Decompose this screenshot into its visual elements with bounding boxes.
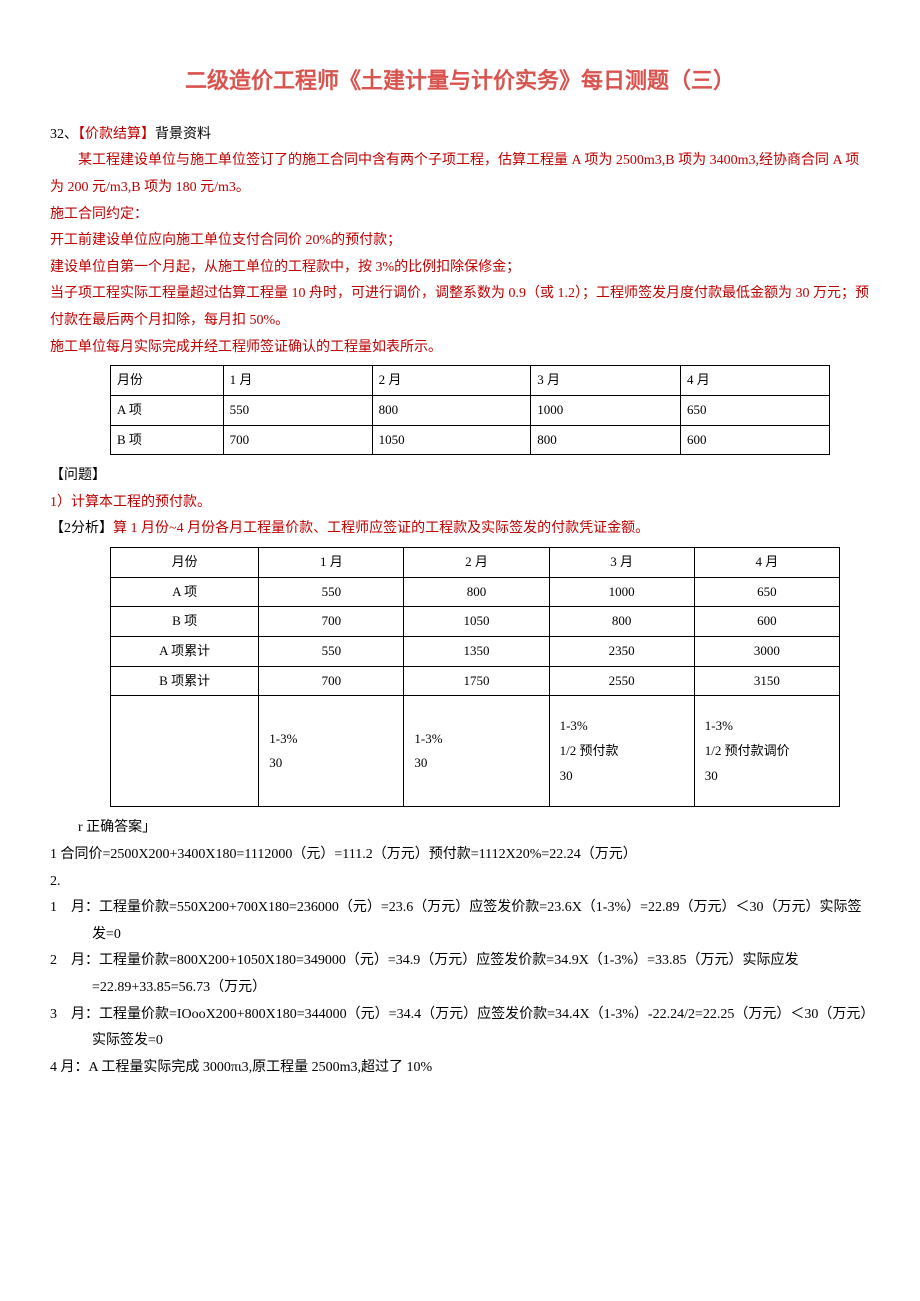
cell: B 项 xyxy=(111,425,224,455)
answer-month-3: 3 月：工程量价款=IOooX200+800X180=344000（元）=34.… xyxy=(50,1002,870,1055)
cell: 1-3%30 xyxy=(404,696,549,807)
background-p2: 施工合同约定： xyxy=(50,202,870,229)
cell: 1 月 xyxy=(223,366,372,396)
cell: 1-3%1/2 预付款调价30 xyxy=(694,696,839,807)
cell: 3000 xyxy=(694,637,839,667)
cell: 800 xyxy=(372,395,531,425)
table-row: B 项 700 1050 800 600 xyxy=(111,425,830,455)
cell: 550 xyxy=(259,577,404,607)
cell: 650 xyxy=(694,577,839,607)
cell: 2 月 xyxy=(404,547,549,577)
analysis-label: 【2分析】 xyxy=(50,521,113,536)
background-p1: 某工程建设单位与施工单位签订了的施工合同中含有两个子项工程，估算工程量 A 项为… xyxy=(50,148,870,201)
table-row: B 项 700 1050 800 600 xyxy=(111,607,840,637)
cell: 800 xyxy=(404,577,549,607)
cell: 2 月 xyxy=(372,366,531,396)
answer-month-2: 2 月：工程量价款=800X200+1050X180=349000（元）=34.… xyxy=(50,948,870,1001)
cell: B 项累计 xyxy=(111,666,259,696)
cell: 月份 xyxy=(111,547,259,577)
cell: A 项 xyxy=(111,577,259,607)
table-row: 1-3%30 1-3%30 1-3%1/2 预付款30 1-3%1/2 预付款调… xyxy=(111,696,840,807)
cell: A 项累计 xyxy=(111,637,259,667)
table-row: 月份 1 月 2 月 3 月 4 月 xyxy=(111,547,840,577)
cell: 700 xyxy=(259,666,404,696)
cell: 1000 xyxy=(549,577,694,607)
cell: 4 月 xyxy=(694,547,839,577)
cell: 1050 xyxy=(372,425,531,455)
cell: 1000 xyxy=(531,395,681,425)
cell: 1-3%30 xyxy=(259,696,404,807)
table-row: B 项累计 700 1750 2550 3150 xyxy=(111,666,840,696)
question-2: 【2分析】算 1 月份~4 月份各月工程量价款、工程师应签证的工程款及实际签发的… xyxy=(50,516,870,543)
table-row: 月份 1 月 2 月 3 月 4 月 xyxy=(111,366,830,396)
q32-tag: 【价款结算】 xyxy=(78,127,155,142)
cell: 600 xyxy=(680,425,829,455)
cell: 550 xyxy=(259,637,404,667)
cell: 550 xyxy=(223,395,372,425)
background-p6: 施工单位每月实际完成并经工程师签证确认的工程量如表所示。 xyxy=(50,335,870,362)
question-2-text: 算 1 月份~4 月份各月工程量价款、工程师应签证的工程款及实际签发的付款凭证金… xyxy=(113,521,649,536)
cell: 1-3%1/2 预付款30 xyxy=(549,696,694,807)
cell: A 项 xyxy=(111,395,224,425)
cell: 650 xyxy=(680,395,829,425)
q32-prefix: 32、 xyxy=(50,127,78,142)
cell: 1750 xyxy=(404,666,549,696)
background-p3: 开工前建设单位应向施工单位支付合同价 20%的预付款； xyxy=(50,228,870,255)
cell: 3 月 xyxy=(549,547,694,577)
cell: B 项 xyxy=(111,607,259,637)
cell: 3 月 xyxy=(531,366,681,396)
cell: 1050 xyxy=(404,607,549,637)
page-title: 二级造价工程师《土建计量与计价实务》每日测题（三） xyxy=(50,60,870,102)
cell: 700 xyxy=(223,425,372,455)
answer-1: 1 合同价=2500X200+3400X180=1112000（元）=111.2… xyxy=(50,842,870,869)
background-p4: 建设单位自第一个月起，从施工单位的工程款中，按 3%的比例扣除保修金； xyxy=(50,255,870,282)
q32-suffix: 背景资料 xyxy=(155,127,211,142)
cell xyxy=(111,696,259,807)
cell: 1350 xyxy=(404,637,549,667)
table-analysis: 月份 1 月 2 月 3 月 4 月 A 项 550 800 1000 650 … xyxy=(110,547,840,807)
answer-2: 2. xyxy=(50,869,870,896)
question-label: 32、【价款结算】背景资料 xyxy=(50,122,870,149)
cell: 600 xyxy=(694,607,839,637)
cell: 800 xyxy=(549,607,694,637)
cell: 4 月 xyxy=(680,366,829,396)
answer-month-4: 4 月：A 工程量实际完成 3000πι3,原工程量 2500m3,超过了 10… xyxy=(50,1055,870,1082)
cell: 3150 xyxy=(694,666,839,696)
question-1: 1）计算本工程的预付款。 xyxy=(50,490,870,517)
cell: 700 xyxy=(259,607,404,637)
cell: 2350 xyxy=(549,637,694,667)
cell: 800 xyxy=(531,425,681,455)
table-row: A 项 550 800 1000 650 xyxy=(111,395,830,425)
cell: 月份 xyxy=(111,366,224,396)
answer-label: r 正确答案」 xyxy=(50,815,870,842)
background-p5: 当子项工程实际工程量超过估算工程量 10 舟时，可进行调价，调整系数为 0.9（… xyxy=(50,281,870,334)
table-row: A 项累计 550 1350 2350 3000 xyxy=(111,637,840,667)
cell: 2550 xyxy=(549,666,694,696)
table-monthly-volume: 月份 1 月 2 月 3 月 4 月 A 项 550 800 1000 650 … xyxy=(110,365,830,455)
question-section-label: 【问题】 xyxy=(50,463,870,490)
table-row: A 项 550 800 1000 650 xyxy=(111,577,840,607)
cell: 1 月 xyxy=(259,547,404,577)
answer-month-1: 1 月：工程量价款=550X200+700X180=236000（元）=23.6… xyxy=(50,895,870,948)
